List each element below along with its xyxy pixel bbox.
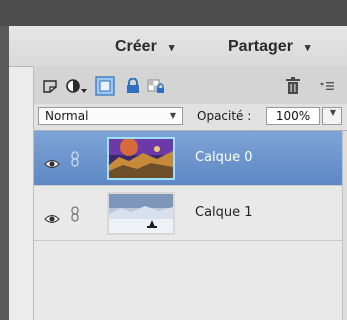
mask-icon[interactable] xyxy=(95,76,115,96)
blend-mode-arrow-icon: ▼ xyxy=(169,111,176,120)
create-menu-button[interactable]: Créer ▾ xyxy=(115,38,174,56)
layer-row-calque-0[interactable]: Calque 0 xyxy=(34,131,342,186)
opacity-input[interactable]: 100% xyxy=(266,107,320,125)
share-menu-label: Partager xyxy=(228,38,293,55)
blend-mode-value: Normal xyxy=(45,109,89,123)
share-caret-icon: ▾ xyxy=(304,42,311,54)
adjustment-layer-icon[interactable] xyxy=(64,77,90,95)
opacity-dropdown-button[interactable]: ▼ xyxy=(322,107,342,125)
eye-icon[interactable] xyxy=(44,209,60,228)
app-top-bar xyxy=(0,0,347,26)
eye-icon[interactable] xyxy=(44,154,60,173)
left-toolbar-strip xyxy=(0,26,9,320)
create-caret-icon: ▾ xyxy=(168,42,175,54)
layers-scrollbar[interactable] xyxy=(342,131,347,320)
opacity-label: Opacité : xyxy=(197,109,252,123)
share-menu-button[interactable]: Partager ▾ xyxy=(228,38,310,56)
action-menu-bar: Créer ▾ Partager ▾ xyxy=(9,26,347,67)
layer-name: Calque 1 xyxy=(195,205,253,220)
layer-thumbnail xyxy=(107,192,175,235)
panel-menu-icon[interactable] xyxy=(318,77,336,95)
trash-icon[interactable] xyxy=(284,77,302,95)
layer-name: Calque 0 xyxy=(195,150,253,165)
new-layer-icon[interactable] xyxy=(41,77,59,95)
create-menu-label: Créer xyxy=(115,38,157,55)
opacity-arrow-icon: ▼ xyxy=(329,108,336,117)
lock-transparency-icon[interactable] xyxy=(147,77,165,95)
layers-toolbar xyxy=(34,66,347,105)
blend-mode-select[interactable]: Normal ▼ xyxy=(38,107,183,125)
layer-thumbnail xyxy=(107,137,175,180)
layers-panel: Normal ▼ Opacité : 100% ▼ Calque 0 Calqu… xyxy=(33,66,347,320)
lock-icon[interactable] xyxy=(124,77,142,95)
layer-row-calque-1[interactable]: Calque 1 xyxy=(34,186,342,241)
layer-options-row: Normal ▼ Opacité : 100% ▼ xyxy=(34,104,347,131)
link-icon[interactable] xyxy=(70,151,80,171)
layers-list: Calque 0 Calque 1 xyxy=(34,131,347,320)
link-icon[interactable] xyxy=(70,206,80,226)
